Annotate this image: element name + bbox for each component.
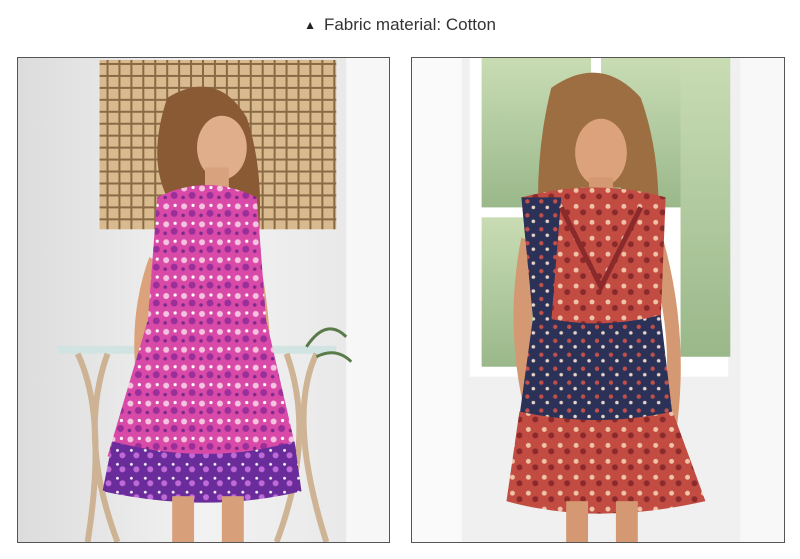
photo-right-image [412,58,784,542]
caption-text: Fabric material: Cotton [323,15,496,34]
caption-bar: ▲ Fabric material: Cotton [0,12,800,38]
photo-right [411,57,785,543]
photo-left [17,57,390,543]
triangle-up-icon: ▲ [304,18,316,32]
photo-left-image [18,58,389,542]
